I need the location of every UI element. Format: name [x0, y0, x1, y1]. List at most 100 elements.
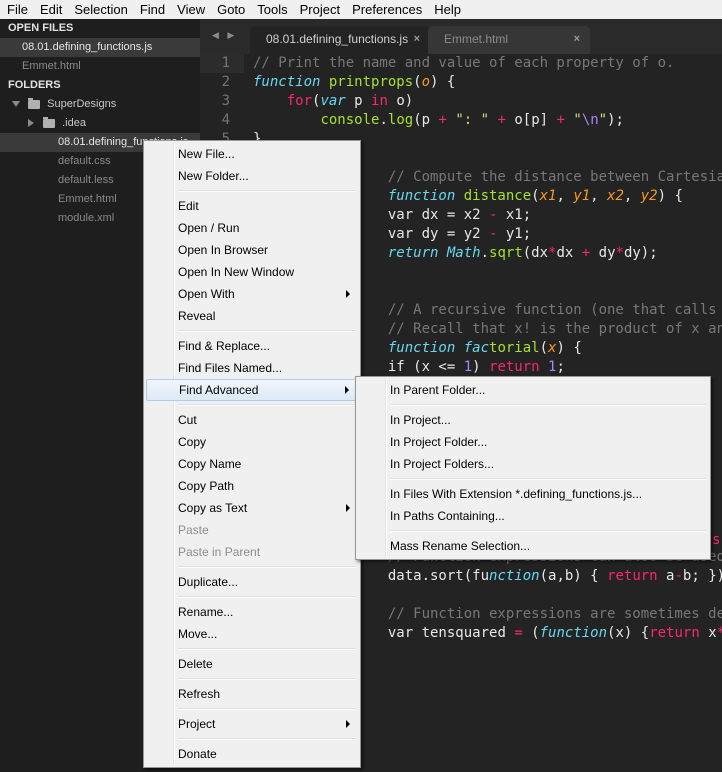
open-file-label: Emmet.html	[22, 60, 81, 72]
menu-item-edit[interactable]: Edit	[146, 195, 358, 217]
file-label: default.css	[58, 155, 111, 167]
menu-item-move[interactable]: Move...	[146, 623, 358, 645]
open-file-item[interactable]: Emmet.html	[0, 57, 200, 76]
menu-file[interactable]: File	[0, 0, 34, 19]
code-token: ,	[556, 188, 574, 204]
code-line: // Print the name and value of each prop…	[253, 54, 722, 73]
menu-tools[interactable]: Tools	[251, 0, 293, 19]
menu-item-new-file[interactable]: New File...	[146, 143, 358, 165]
menu-item-cut[interactable]: Cut	[146, 409, 358, 431]
folders-heading: FOLDERS	[8, 79, 61, 91]
code-token: in	[371, 93, 388, 109]
menu-item-refresh[interactable]: Refresh	[146, 683, 358, 705]
menu-item-find-advanced[interactable]: Find Advanced	[146, 379, 358, 401]
tab-defining-functions[interactable]: 08.01.defining_functions.js ×	[250, 26, 430, 54]
code-token: ": "	[446, 112, 498, 128]
menu-view[interactable]: View	[171, 0, 211, 19]
code-token: (	[413, 74, 422, 90]
code-token: );	[607, 112, 624, 128]
code-token: +	[438, 112, 447, 128]
code-token: \n	[581, 112, 599, 128]
menu-item-copy[interactable]: Copy	[146, 431, 358, 453]
menu-item-open-in-new-window[interactable]: Open In New Window	[146, 261, 358, 283]
menu-item-reveal[interactable]: Reveal	[146, 305, 358, 327]
tab-bar: ◀ ▶ 08.01.defining_functions.js × Emmet.…	[200, 19, 722, 54]
menu-item-project[interactable]: Project	[146, 713, 358, 735]
menu-item-copy-name[interactable]: Copy Name	[146, 453, 358, 475]
code-token: dx	[556, 245, 582, 261]
menu-separator	[146, 705, 358, 713]
menu-item-new-folder[interactable]: New Folder...	[146, 165, 358, 187]
code-token: .	[480, 245, 490, 261]
folder-superdesigns[interactable]: SuperDesigns	[0, 95, 200, 114]
close-tab-icon[interactable]: ×	[414, 26, 420, 52]
menu-separator	[146, 401, 358, 409]
menu-separator	[146, 327, 358, 335]
code-token: (a,b) {	[539, 568, 608, 584]
code-token: =	[514, 625, 523, 641]
menu-item-in-project-folder[interactable]: In Project Folder...	[358, 431, 708, 453]
menu-preferences[interactable]: Preferences	[346, 0, 428, 19]
menu-goto[interactable]: Goto	[211, 0, 251, 19]
menu-project[interactable]: Project	[294, 0, 346, 19]
code-token: +	[581, 245, 591, 261]
code-line: console.log(p + ": " + o[p] + "\n");	[253, 111, 722, 130]
menu-item-duplicate[interactable]: Duplicate...	[146, 571, 358, 593]
tab-emmet[interactable]: Emmet.html ×	[428, 26, 590, 54]
menu-item-paste[interactable]: Paste	[146, 519, 358, 541]
line-number: 2	[221, 74, 230, 90]
menu-item-label: Open In New Window	[178, 265, 295, 279]
menu-item-delete[interactable]: Delete	[146, 653, 358, 675]
menu-item-label: Project	[178, 717, 216, 731]
code-token: nction	[489, 568, 540, 584]
folder-idea[interactable]: .idea	[0, 114, 200, 133]
code-token: distance	[463, 188, 532, 204]
code-token: (x) {	[607, 625, 650, 641]
code-token: printprops	[328, 74, 414, 90]
find-advanced-submenu: In Parent Folder... In Project... In Proje…	[355, 376, 711, 560]
menu-item-paste-in-parent[interactable]: Paste in Parent	[146, 541, 358, 563]
menu-item-find-files-named[interactable]: Find Files Named...	[146, 357, 358, 379]
expand-triangle-icon[interactable]	[12, 101, 20, 108]
menu-item-donate[interactable]: Donate	[146, 743, 358, 765]
menu-item-in-paths-containing[interactable]: In Paths Containing...	[358, 505, 708, 527]
code-token: // Print the name and value of each prop…	[253, 55, 675, 71]
menu-item-label: Edit	[178, 199, 199, 213]
menu-item-open-with[interactable]: Open With	[146, 283, 358, 305]
menu-item-label: Paste	[178, 523, 209, 537]
menu-item-copy-path[interactable]: Copy Path	[146, 475, 358, 497]
code-token: "	[598, 112, 608, 128]
menu-separator	[358, 401, 708, 409]
folder-open-icon	[28, 97, 41, 109]
open-file-label: 08.01.defining_functions.js	[22, 41, 153, 53]
menu-item-open-run[interactable]: Open / Run	[146, 217, 358, 239]
code-token: dy	[590, 245, 616, 261]
menu-item-mass-rename-selection[interactable]: Mass Rename Selection...	[358, 535, 708, 557]
code-token: p	[345, 93, 372, 109]
menu-edit[interactable]: Edit	[34, 0, 68, 19]
menu-item-rename[interactable]: Rename...	[146, 601, 358, 623]
menu-item-label: Copy	[178, 435, 207, 449]
menu-separator	[146, 563, 358, 571]
menu-item-find-replace[interactable]: Find & Replace...	[146, 335, 358, 357]
code-token: y2	[455, 226, 490, 242]
line-number: 4	[221, 112, 230, 128]
code-token: *	[615, 245, 624, 261]
menu-selection[interactable]: Selection	[68, 0, 133, 19]
menu-item-open-in-browser[interactable]: Open In Browser	[146, 239, 358, 261]
tab-nav-arrows-icon[interactable]: ◀ ▶	[212, 30, 237, 41]
collapse-triangle-icon[interactable]	[28, 119, 34, 128]
menu-item-in-parent-folder[interactable]: In Parent Folder...	[358, 379, 708, 401]
menu-help[interactable]: Help	[428, 0, 467, 19]
menu-item-in-project[interactable]: In Project...	[358, 409, 708, 431]
code-token: for	[286, 93, 313, 109]
code-line: for(var p in o)	[253, 92, 722, 111]
close-tab-icon[interactable]: ×	[574, 26, 580, 52]
menu-find[interactable]: Find	[134, 0, 171, 19]
open-file-item[interactable]: 08.01.defining_functions.js	[0, 38, 200, 57]
menu-item-in-files-with-extension-defining-functions-js[interactable]: In Files With Extension *.defining_funct…	[358, 483, 708, 505]
menu-item-copy-as-text[interactable]: Copy as Text	[146, 497, 358, 519]
menu-item-label: Refresh	[178, 687, 221, 701]
menu-item-in-project-folders[interactable]: In Project Folders...	[358, 453, 708, 475]
